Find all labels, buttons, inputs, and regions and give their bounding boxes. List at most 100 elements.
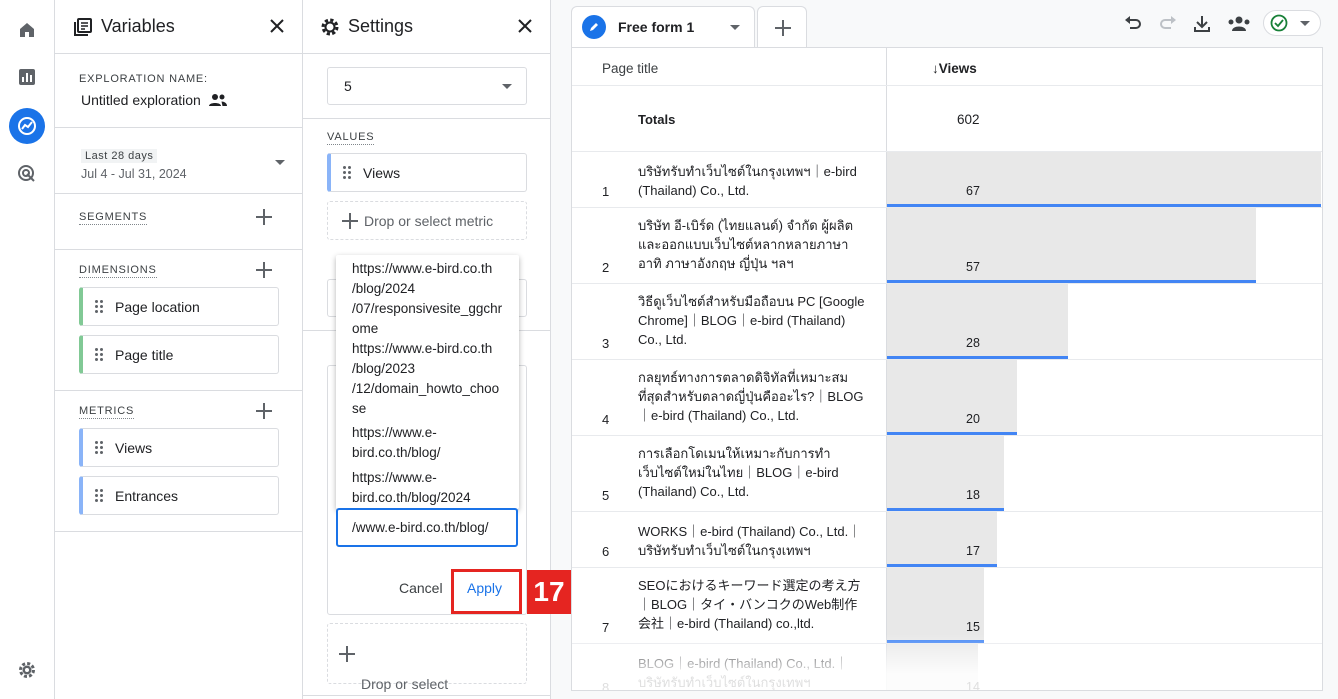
divider [55,127,303,128]
sort-arrow-down-icon: ↓ [932,61,939,76]
values-metric-chip[interactable]: Views [327,153,527,192]
page-title-cell: กลยุทธ์ทางการตลาดดิจิทัลที่เหมาะสมที่สุด… [638,370,864,423]
page-title-cell: WORKS｜e-bird (Thailand) Co., Ltd.｜บริษัท… [638,524,862,558]
chevron-down-icon[interactable] [730,25,740,30]
pencil-icon [582,15,606,39]
table-row[interactable]: 18 5 การเลือกโดเมนให้เหมาะกับการทำเว็บไซต์… [572,435,1322,511]
apply-highlight-box [451,569,522,614]
scroll-fade [572,634,1322,690]
date-range-picker[interactable]: Last 28 days Jul 4 - Jul 31, 2024 [81,146,285,181]
admin-gear-icon[interactable] [9,652,45,688]
drag-handle-icon[interactable] [95,299,103,314]
row-rank: 2 [602,260,610,275]
metric-chip[interactable]: Views [79,428,279,467]
page-title-cell: วิธีดูเว็บไซต์สำหรับมือถือบน PC [Google … [638,294,865,347]
row-rank: 5 [602,488,610,503]
suggestion-item[interactable]: https://www.e- bird.co.th/blog/2024 /06/… [336,468,519,509]
add-tab-button[interactable] [757,6,807,47]
drag-handle-icon[interactable] [95,347,103,362]
drop-dimension-metric-zone[interactable]: Drop or select dimension or metric [327,623,527,699]
drag-handle-icon[interactable] [343,165,351,180]
settings-title: Settings [348,16,414,36]
divider [55,531,303,532]
views-value: 67 [966,184,980,198]
col-header-views-label: Views [938,61,977,76]
divider [303,695,550,696]
exploration-name[interactable]: Untitled exploration [81,92,227,108]
row-rank: 1 [602,184,610,199]
row-rank: 3 [602,336,610,351]
exploration-name-label: EXPLORATION NAME: [79,73,208,85]
plus-icon [339,646,355,662]
views-bar [887,512,997,567]
views-value: 18 [966,488,980,502]
suggestion-item[interactable]: https://www.e-bird.co.th /blog/2023 /12/… [336,339,519,419]
tab-label: Free form 1 [618,19,695,35]
nav-rail [0,0,55,699]
add-dimension-plus-icon[interactable] [256,262,272,278]
free-form-table: Page title ↓Views Totals 602 67 1 บริษัทรั… [571,47,1323,691]
explore-icon[interactable] [9,108,45,144]
chevron-down-icon [502,84,512,89]
share-people-icon[interactable] [1226,13,1252,35]
col-header-page-title[interactable]: Page title [602,61,658,76]
drag-handle-icon[interactable] [95,488,103,503]
views-value: 15 [966,620,980,634]
suggestion-item[interactable]: https://www.e-bird.co.th /blog/2024 /07/… [336,255,519,339]
advertising-icon[interactable] [9,156,45,192]
divider [55,193,303,194]
drag-handle-icon[interactable] [95,440,103,455]
home-icon[interactable] [9,12,45,48]
main-canvas: Free form 1 Page title ↓Views Totals 602… [551,0,1338,699]
page-title-cell: SEOにおけるキーワード選定の考え方｜BLOG｜タイ・バンコクのWeb制作会社｜… [638,578,861,631]
show-rows-value: 5 [344,78,352,94]
totals-row: Totals 602 [572,85,1322,151]
totals-value: 602 [957,112,980,127]
show-rows-select[interactable]: 5 [327,67,527,105]
table-row[interactable]: 17 6 WORKS｜e-bird (Thailand) Co., Ltd.｜บริ… [572,511,1322,567]
status-indicator[interactable] [1263,10,1321,36]
segments-label: SEGMENTS [79,211,148,225]
add-segment-plus-icon[interactable] [256,209,272,225]
redo-icon[interactable] [1157,13,1179,35]
views-value: 28 [966,336,980,350]
row-rank: 4 [602,412,610,427]
check-circle-icon [1270,14,1288,32]
metric-chip[interactable]: Entrances [79,476,279,515]
totals-label: Totals [638,112,676,127]
views-value: 57 [966,260,980,274]
add-metric-plus-icon[interactable] [256,403,272,419]
col-header-views[interactable]: ↓Views [932,61,977,76]
table-row[interactable]: 15 7 SEOにおけるキーワード選定の考え方｜BLOG｜タイ・バンコクのWeb制作… [572,567,1322,643]
close-icon[interactable] [266,15,288,37]
filter-value-input[interactable]: /www.e-bird.co.th/blog/ [336,508,518,547]
download-icon[interactable] [1191,13,1213,35]
close-icon[interactable] [514,15,536,37]
chevron-down-icon [275,160,285,165]
suggestion-item[interactable]: https://www.e- bird.co.th/blog/ [336,423,519,463]
dimension-chip[interactable]: Page location [79,287,279,326]
date-range-value: Jul 4 - Jul 31, 2024 [81,167,187,181]
values-metric-label: Views [363,164,401,181]
cancel-button[interactable]: Cancel [399,580,443,596]
dimension-chip[interactable]: Page title [79,335,279,374]
row-rank: 6 [602,544,610,559]
page-title-cell: การเลือกโดเมนให้เหมาะกับการทำเว็บไซต์ใหม… [638,446,839,499]
chevron-down-icon [1300,21,1310,26]
variables-icon [74,17,92,36]
table-row[interactable]: 57 2 บริษัท อี-เบิร์ด (ไทยแลนด์) จำกัด ผู้… [572,207,1322,283]
undo-icon[interactable] [1122,13,1144,35]
views-bar [887,208,1256,283]
dimension-label: Page location [115,298,200,315]
table-row[interactable]: 67 1 บริษัทรับทำเว็บไซต์ในกรุงเทพฯ｜e-bird … [572,151,1322,207]
table-row[interactable]: 28 3 วิธีดูเว็บไซต์สำหรับมือถือบน PC [Goog… [572,283,1322,359]
drop-metric-zone[interactable]: Drop or select metric [327,201,527,240]
values-label: VALUES [327,131,375,145]
metric-label: Views [115,439,153,456]
views-value: 17 [966,544,980,558]
reports-icon[interactable] [9,59,45,95]
table-row[interactable]: 20 4 กลยุทธ์ทางการตลาดดิจิทัลที่เหมาะสมที่… [572,359,1322,435]
tab-free-form[interactable]: Free form 1 [571,6,755,47]
divider [55,249,303,250]
views-bar [887,360,1017,435]
